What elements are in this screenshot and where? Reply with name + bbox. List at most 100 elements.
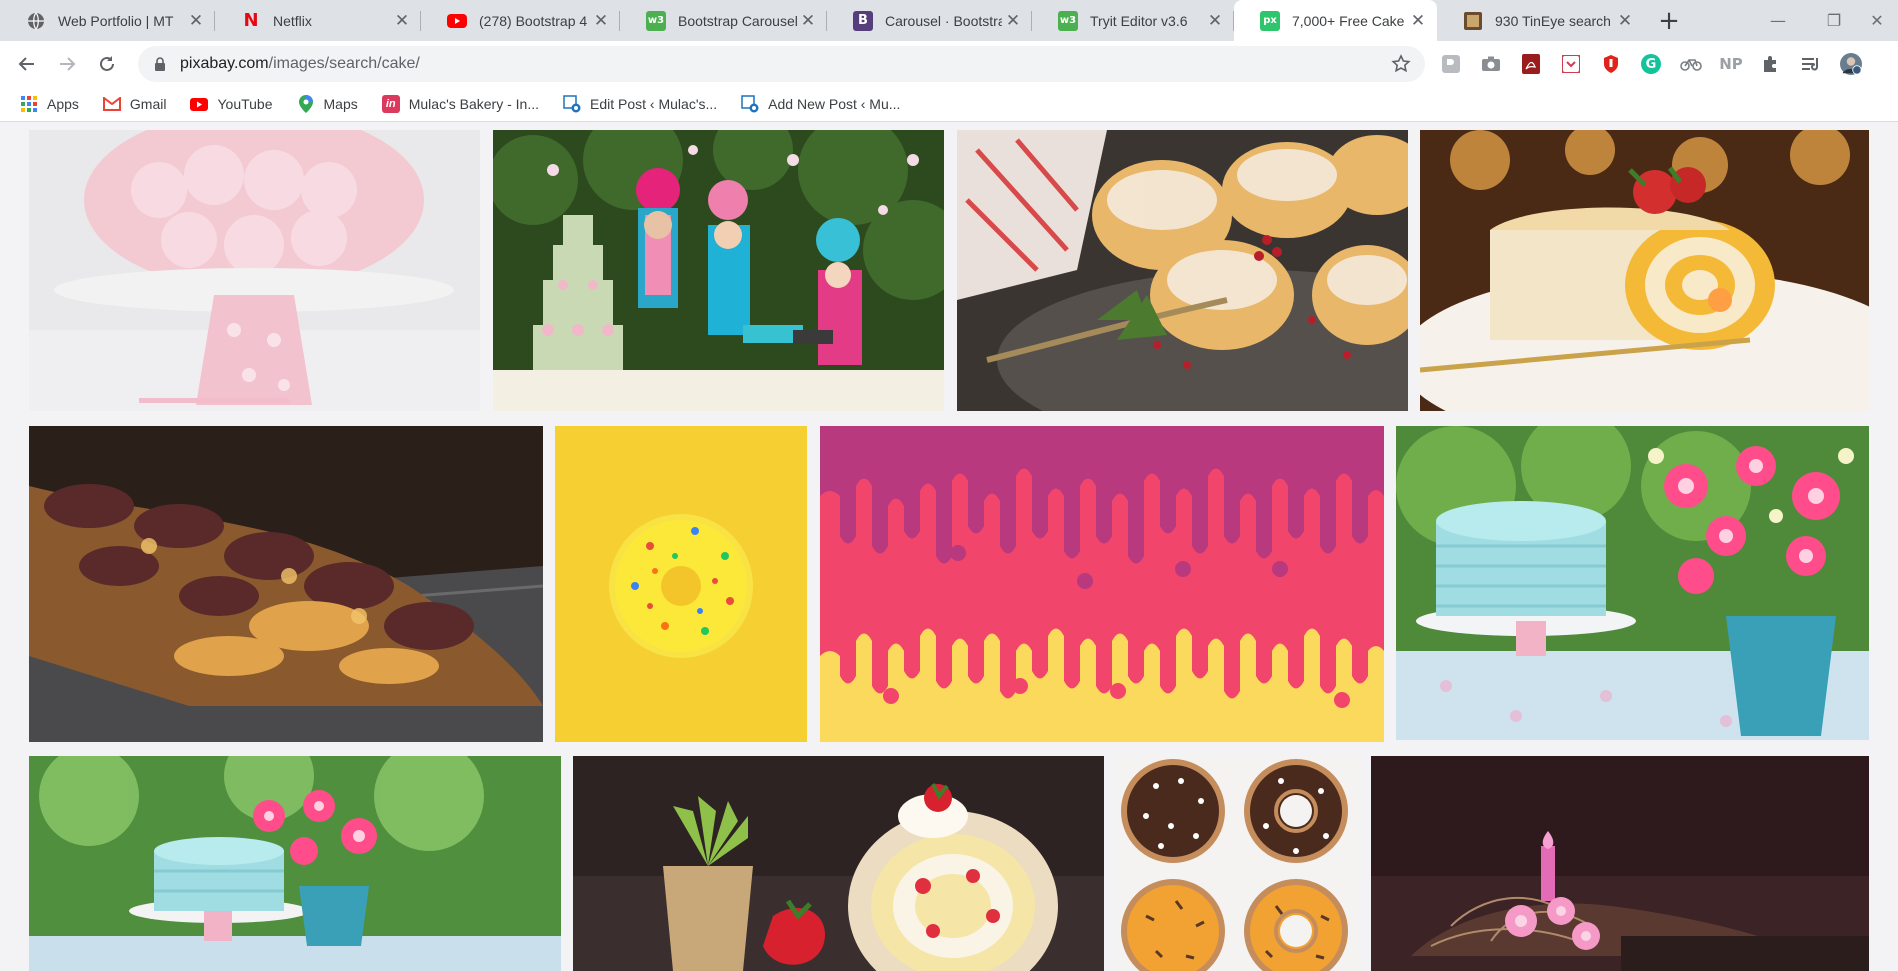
forward-button[interactable]: [52, 49, 82, 79]
reload-icon: [100, 56, 114, 71]
gmail-icon: [102, 95, 121, 113]
close-icon[interactable]: ✕: [185, 10, 207, 32]
address-bar[interactable]: pixabay.com/images/search/cake/: [138, 46, 1425, 82]
back-button[interactable]: [12, 49, 42, 79]
close-icon[interactable]: ✕: [391, 10, 413, 32]
grammarly-label: G: [1645, 56, 1657, 72]
image-icon: [29, 130, 480, 411]
image-icon: [1396, 426, 1869, 740]
tab-carousel-bootstrap[interactable]: B Carousel · Bootstra ✕: [827, 0, 1032, 41]
bike-icon[interactable]: [1680, 53, 1702, 75]
bookmark-add-new-post[interactable]: Add New Post ‹ Mu...: [741, 95, 900, 113]
restore-button[interactable]: ❐: [1806, 0, 1862, 41]
tab-title: Netflix: [273, 12, 312, 29]
image-icon: [1420, 130, 1869, 411]
image-result[interactable]: [1396, 426, 1869, 740]
image-result[interactable]: [820, 426, 1384, 742]
image-result[interactable]: [573, 756, 1104, 971]
bookmark-youtube[interactable]: YouTube: [190, 95, 273, 113]
tab-title: Tryit Editor v3.6: [1090, 12, 1188, 29]
image-result[interactable]: [29, 426, 543, 742]
tab-tryit-editor[interactable]: w3 Tryit Editor v3.6 ✕: [1032, 0, 1234, 41]
image-result[interactable]: [1371, 756, 1869, 971]
reload-button[interactable]: [92, 49, 122, 79]
puzzle-icon[interactable]: [1760, 53, 1782, 75]
invision-icon: in: [381, 95, 400, 113]
new-tab-button[interactable]: +: [1654, 6, 1684, 36]
bookmark-gmail[interactable]: Gmail: [102, 95, 167, 113]
image-icon: [555, 426, 807, 742]
image-result[interactable]: [29, 756, 561, 971]
image-result[interactable]: [555, 426, 807, 742]
tab-web-portfolio[interactable]: Web Portfolio | MT ✕: [0, 0, 215, 41]
image-results-grid: [0, 122, 1898, 971]
minimize-button[interactable]: —: [1750, 0, 1806, 41]
pixabay-icon: px: [1260, 10, 1280, 31]
image-icon: [1371, 756, 1869, 971]
w3schools-icon: w3: [1058, 10, 1078, 31]
tineye-icon: [1463, 11, 1483, 31]
maps-pin-icon: [297, 95, 315, 113]
image-result[interactable]: [1420, 130, 1869, 411]
forward-arrow-icon: [60, 57, 76, 71]
image-result[interactable]: [1116, 756, 1359, 971]
image-icon: [493, 130, 944, 411]
address-url: pixabay.com/images/search/cake/: [180, 55, 420, 73]
w3schools-icon: w3: [646, 10, 666, 31]
close-icon[interactable]: ✕: [1407, 10, 1429, 32]
tab-bootstrap-carousel[interactable]: w3 Bootstrap Carousel ✕: [620, 0, 827, 41]
pocket-icon[interactable]: [1560, 53, 1582, 75]
shield-icon[interactable]: [1600, 53, 1622, 75]
bookmarks-bar: Apps Gmail YouTube Maps in Mulac's Baker…: [0, 87, 1898, 122]
image-icon: [29, 756, 561, 971]
tab-pixabay-cake[interactable]: px 7,000+ Free Cake ✕: [1234, 0, 1437, 41]
plus-icon: +: [1658, 6, 1680, 36]
pdf-icon[interactable]: [1520, 53, 1542, 75]
bookmark-label: YouTube: [217, 96, 273, 112]
bookmark-label: Gmail: [129, 96, 167, 112]
close-icon[interactable]: ✕: [1002, 10, 1024, 32]
bookmark-label: Add New Post ‹ Mu...: [768, 96, 901, 112]
minimize-icon: —: [1770, 11, 1786, 30]
tab-bootstrap-video[interactable]: (278) Bootstrap 4 T ✕: [421, 0, 620, 41]
bookmark-edit-post[interactable]: Edit Post ‹ Mulac's...: [563, 95, 717, 113]
bookmark-label: Maps: [323, 96, 358, 112]
tab-title: 7,000+ Free Cake: [1292, 12, 1405, 29]
close-icon[interactable]: ✕: [590, 10, 612, 32]
browser-toolbar: pixabay.com/images/search/cake/ G NP: [0, 41, 1898, 87]
camera-icon[interactable]: [1480, 53, 1502, 75]
image-result[interactable]: [29, 130, 480, 411]
close-icon[interactable]: ✕: [797, 10, 819, 32]
bookmark-apps[interactable]: Apps: [20, 95, 79, 113]
bookmark-mulacs-bakery[interactable]: in Mulac's Bakery - In...: [381, 95, 539, 113]
image-icon: [957, 130, 1408, 411]
image-icon: [820, 426, 1384, 742]
avatar[interactable]: [1840, 53, 1862, 75]
bookmark-label: Edit Post ‹ Mulac's...: [590, 96, 718, 112]
media-queue-icon[interactable]: [1800, 53, 1822, 75]
close-icon[interactable]: ✕: [1614, 10, 1636, 32]
wordpress-icon: [741, 95, 759, 113]
restore-icon: ❐: [1826, 11, 1842, 30]
close-icon: ✕: [1870, 11, 1884, 30]
tab-tineye-search[interactable]: 930 TinEye search ✕: [1437, 0, 1644, 41]
back-arrow-icon: [18, 57, 34, 71]
bookmark-maps[interactable]: Maps: [297, 95, 358, 113]
close-icon[interactable]: ✕: [1204, 10, 1226, 32]
bootstrap-icon: B: [853, 10, 873, 31]
bookmark-label: Mulac's Bakery - In...: [408, 96, 539, 112]
image-icon: [29, 426, 543, 742]
close-window-button[interactable]: ✕: [1856, 0, 1898, 41]
tab-title: Web Portfolio | MT: [58, 12, 174, 29]
youtube-icon: [190, 95, 209, 113]
image-result[interactable]: [493, 130, 944, 411]
bookmark-star-icon[interactable]: [1391, 54, 1411, 74]
bookmark-label: Apps: [47, 96, 79, 112]
grammarly-icon[interactable]: G: [1640, 53, 1662, 75]
netflix-icon: N: [243, 10, 259, 31]
globe-icon: [26, 11, 46, 31]
np-icon[interactable]: NP: [1719, 53, 1743, 75]
tab-netflix[interactable]: N Netflix ✕: [215, 0, 421, 41]
image-result[interactable]: [957, 130, 1408, 411]
extension-reader-icon[interactable]: [1440, 53, 1462, 75]
